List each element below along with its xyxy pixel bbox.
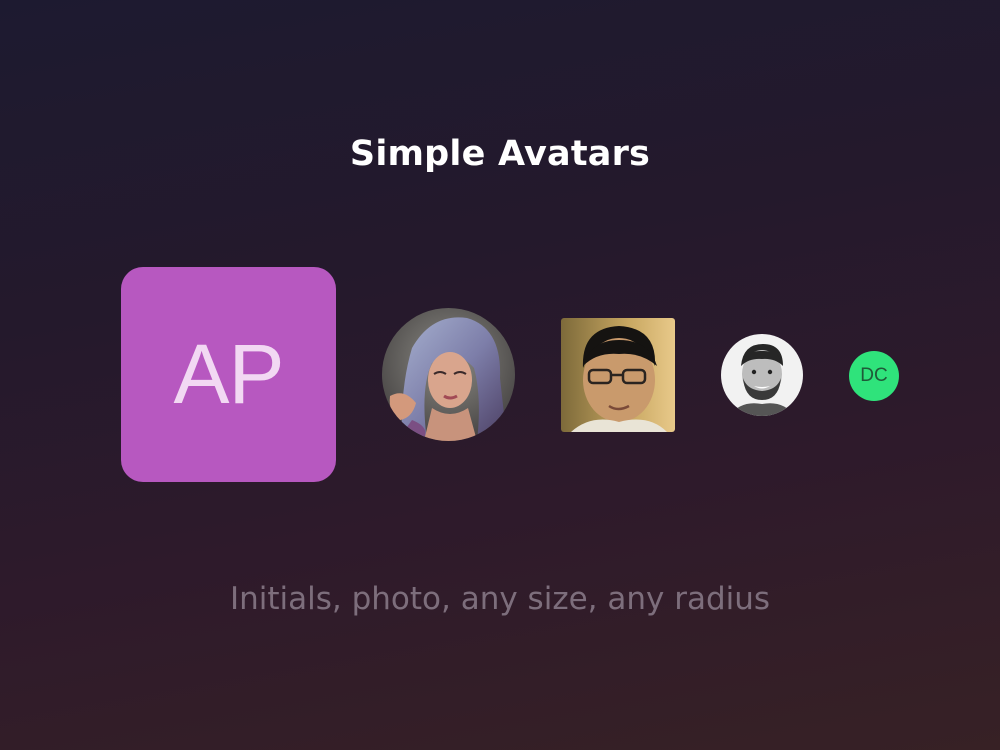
avatar-photo-man-glasses [561,318,675,432]
avatar-initials-text: AP [173,327,284,421]
avatar-photo-woman [382,308,515,441]
page-title: Simple Avatars [349,134,651,174]
bearded-man-portrait-image [721,334,803,416]
man-glasses-portrait-image [561,318,675,432]
page-subtitle: Initials, photo, any size, any radius [229,581,771,617]
avatar-photo-bearded-man [721,334,803,416]
avatar-initials-text: DC [860,365,888,386]
avatar-initials-ap: AP [121,267,336,482]
woman-portrait-image [382,308,515,441]
avatar-initials-dc: DC [849,351,899,401]
